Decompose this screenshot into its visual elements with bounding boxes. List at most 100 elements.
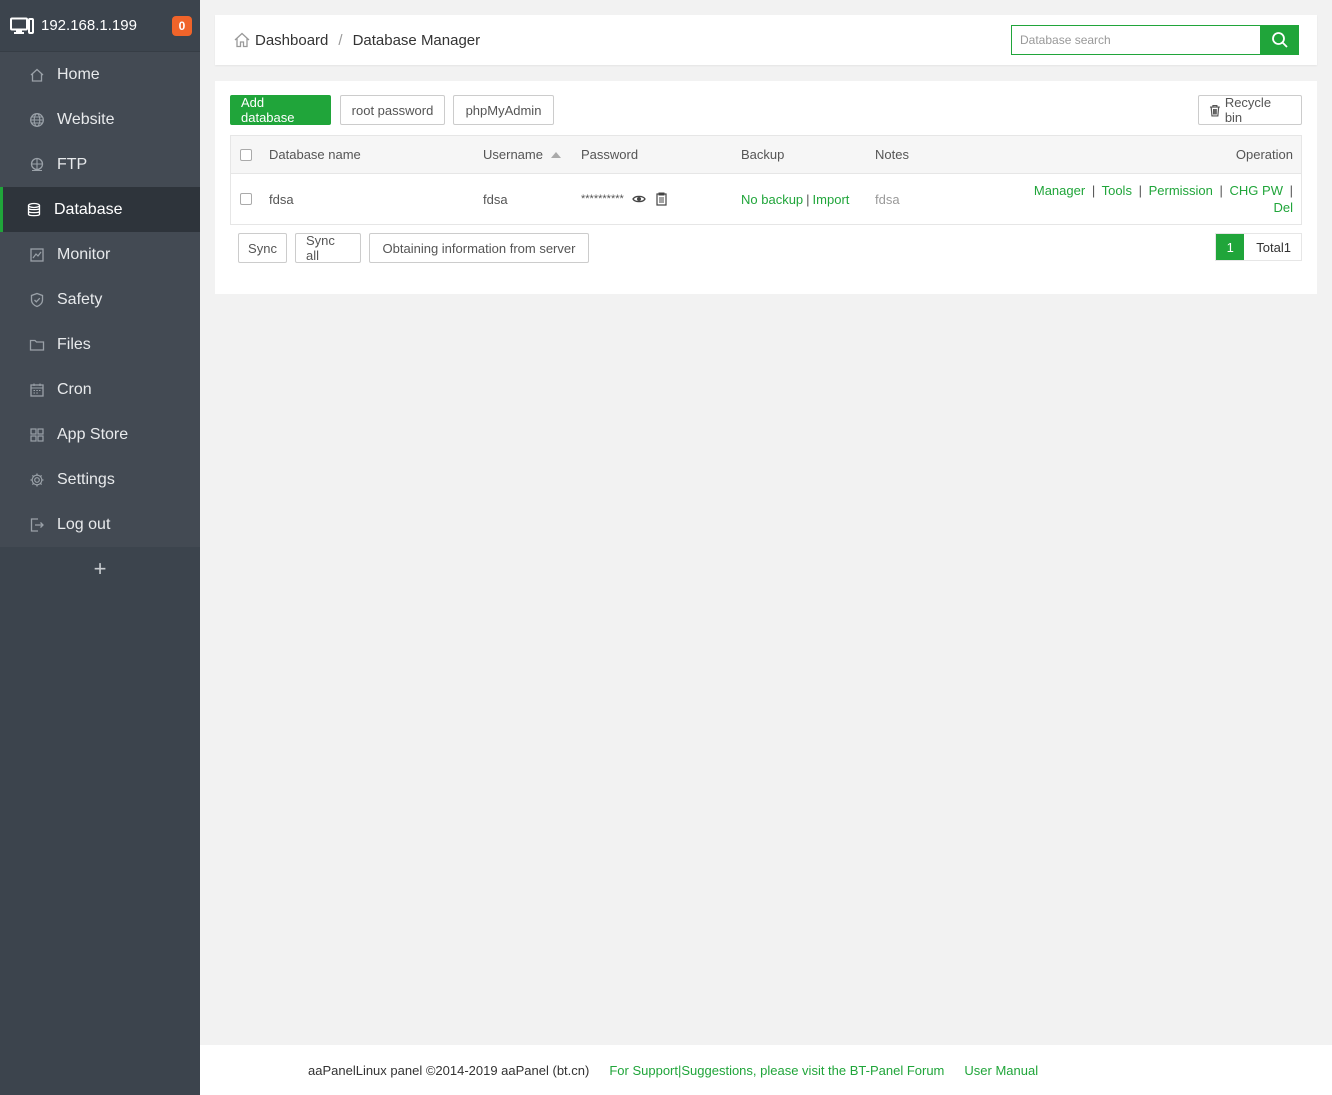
sidebar-item-label: FTP bbox=[57, 155, 88, 173]
page-header: Dashboard / Database Manager bbox=[215, 15, 1317, 65]
operations-line-2: Del bbox=[1273, 199, 1293, 216]
row-operations: Manager | Tools | Permission | CHG PW | … bbox=[1034, 174, 1293, 224]
table-row: fdsa fdsa ********** No backup | Import … bbox=[231, 174, 1301, 224]
row-backup: No backup | Import bbox=[741, 174, 849, 224]
sidebar-item-cron[interactable]: Cron bbox=[0, 367, 200, 412]
sidebar-item-app-store[interactable]: App Store bbox=[0, 412, 200, 457]
sidebar-item-safety[interactable]: Safety bbox=[0, 277, 200, 322]
delete-link[interactable]: Del bbox=[1273, 200, 1293, 215]
operations-line-1: Manager | Tools | Permission | CHG PW | bbox=[1034, 182, 1293, 199]
separator: | bbox=[806, 191, 810, 207]
copy-icon[interactable] bbox=[655, 192, 667, 206]
obtain-from-server-button[interactable]: Obtaining information from server bbox=[369, 233, 589, 263]
breadcrumb-separator: / bbox=[338, 31, 343, 49]
row-checkbox[interactable] bbox=[240, 193, 252, 205]
shield-icon bbox=[29, 292, 45, 308]
footer: aaPanelLinux panel ©2014-2019 aaPanel (b… bbox=[200, 1045, 1332, 1095]
globe-icon bbox=[29, 112, 45, 128]
sidebar-item-logout[interactable]: Log out bbox=[0, 502, 200, 547]
column-notes: Notes bbox=[875, 147, 909, 162]
select-all-checkbox[interactable] bbox=[240, 148, 252, 161]
eye-icon[interactable] bbox=[632, 194, 646, 204]
footer-manual-link[interactable]: User Manual bbox=[964, 1063, 1038, 1078]
root-password-button[interactable]: root password bbox=[340, 95, 445, 125]
sidebar-item-label: Files bbox=[57, 335, 91, 353]
home-icon bbox=[29, 67, 45, 83]
manager-link[interactable]: Manager bbox=[1034, 183, 1085, 198]
database-icon bbox=[26, 202, 42, 218]
server-ip: 192.168.1.199 bbox=[41, 17, 137, 34]
apps-grid-icon bbox=[29, 427, 45, 443]
recycle-bin-label: Recycle bin bbox=[1224, 95, 1272, 125]
folder-icon bbox=[29, 337, 45, 353]
separator: | bbox=[1138, 183, 1142, 198]
row-database-name: fdsa bbox=[269, 191, 294, 207]
total-count: Total1 bbox=[1244, 234, 1301, 260]
row-select-cell bbox=[240, 174, 252, 224]
search-box bbox=[1011, 25, 1299, 55]
sidebar: 192.168.1.199 0 Home Website FTP Databas… bbox=[0, 0, 200, 1095]
sidebar-item-label: Home bbox=[57, 65, 100, 83]
sidebar-item-label: Website bbox=[57, 110, 115, 128]
table-header: Database name Username Password Backup N… bbox=[231, 136, 1301, 174]
sidebar-item-files[interactable]: Files bbox=[0, 322, 200, 367]
sidebar-item-label: App Store bbox=[57, 425, 129, 443]
column-username-label: Username bbox=[483, 147, 543, 162]
chg-pw-link[interactable]: CHG PW bbox=[1230, 183, 1283, 198]
page-1-button[interactable]: 1 bbox=[1216, 234, 1245, 260]
footer-copyright: aaPanelLinux panel ©2014-2019 aaPanel (b… bbox=[308, 1062, 590, 1078]
breadcrumb-dashboard[interactable]: Dashboard bbox=[255, 32, 328, 49]
sync-button[interactable]: Sync bbox=[238, 233, 287, 263]
column-password: Password bbox=[581, 147, 639, 162]
database-search-input[interactable] bbox=[1011, 25, 1260, 55]
column-backup: Backup bbox=[741, 147, 785, 162]
sidebar-item-settings[interactable]: Settings bbox=[0, 457, 200, 502]
sidebar-item-home[interactable]: Home bbox=[0, 52, 200, 97]
database-table: Database name Username Password Backup N… bbox=[230, 135, 1302, 225]
logout-icon bbox=[29, 517, 45, 533]
search-icon bbox=[1271, 32, 1288, 48]
home-icon bbox=[234, 32, 250, 48]
main-content: Dashboard / Database Manager Add databas… bbox=[200, 0, 1332, 1095]
recycle-bin-button[interactable]: Recycle bin bbox=[1198, 95, 1302, 125]
separator: | bbox=[1289, 183, 1293, 198]
pagination: 1 Total1 bbox=[1215, 233, 1302, 261]
sidebar-item-monitor[interactable]: Monitor bbox=[0, 232, 200, 277]
database-panel: Add database root password phpMyAdmin Re… bbox=[215, 81, 1317, 294]
add-database-button[interactable]: Add database bbox=[230, 95, 331, 125]
sidebar-nav: Home Website FTP Database Monitor Safety… bbox=[0, 52, 200, 547]
column-database-name[interactable]: Database name bbox=[269, 136, 361, 173]
add-shortcut-button[interactable]: + bbox=[0, 547, 200, 591]
sidebar-item-label: Cron bbox=[57, 380, 92, 398]
monitor-icon bbox=[29, 247, 45, 263]
permission-link[interactable]: Permission bbox=[1149, 183, 1213, 198]
gear-icon bbox=[29, 472, 45, 488]
calendar-icon bbox=[29, 382, 45, 398]
phpmyadmin-button[interactable]: phpMyAdmin bbox=[453, 95, 554, 125]
column-username[interactable]: Username bbox=[483, 136, 562, 173]
server-monitor-icon bbox=[10, 17, 34, 34]
sync-all-button[interactable]: Sync all bbox=[295, 233, 361, 263]
row-username: fdsa bbox=[483, 191, 508, 207]
tools-link[interactable]: Tools bbox=[1102, 183, 1132, 198]
sidebar-item-label: Safety bbox=[57, 290, 103, 308]
breadcrumb-current: Database Manager bbox=[352, 31, 481, 49]
import-link[interactable]: Import bbox=[813, 192, 850, 207]
server-header: 192.168.1.199 0 bbox=[0, 0, 200, 52]
footer-forum-link[interactable]: For Support|Suggestions, please visit th… bbox=[609, 1063, 944, 1078]
search-button[interactable] bbox=[1260, 25, 1299, 55]
sidebar-item-database[interactable]: Database bbox=[0, 187, 200, 232]
column-operation: Operation bbox=[1235, 147, 1293, 162]
sort-asc-icon bbox=[550, 151, 561, 158]
breadcrumb: Dashboard / Database Manager bbox=[233, 31, 1011, 49]
separator: | bbox=[1219, 183, 1223, 198]
row-password: ********** bbox=[581, 174, 667, 224]
notification-badge[interactable]: 0 bbox=[172, 15, 192, 36]
sidebar-item-label: Database bbox=[54, 200, 123, 218]
ftp-icon bbox=[29, 157, 45, 173]
sidebar-item-label: Monitor bbox=[57, 245, 111, 263]
sidebar-item-ftp[interactable]: FTP bbox=[0, 142, 200, 187]
no-backup-link[interactable]: No backup bbox=[741, 192, 803, 207]
row-notes[interactable]: fdsa bbox=[875, 174, 900, 224]
sidebar-item-website[interactable]: Website bbox=[0, 97, 200, 142]
